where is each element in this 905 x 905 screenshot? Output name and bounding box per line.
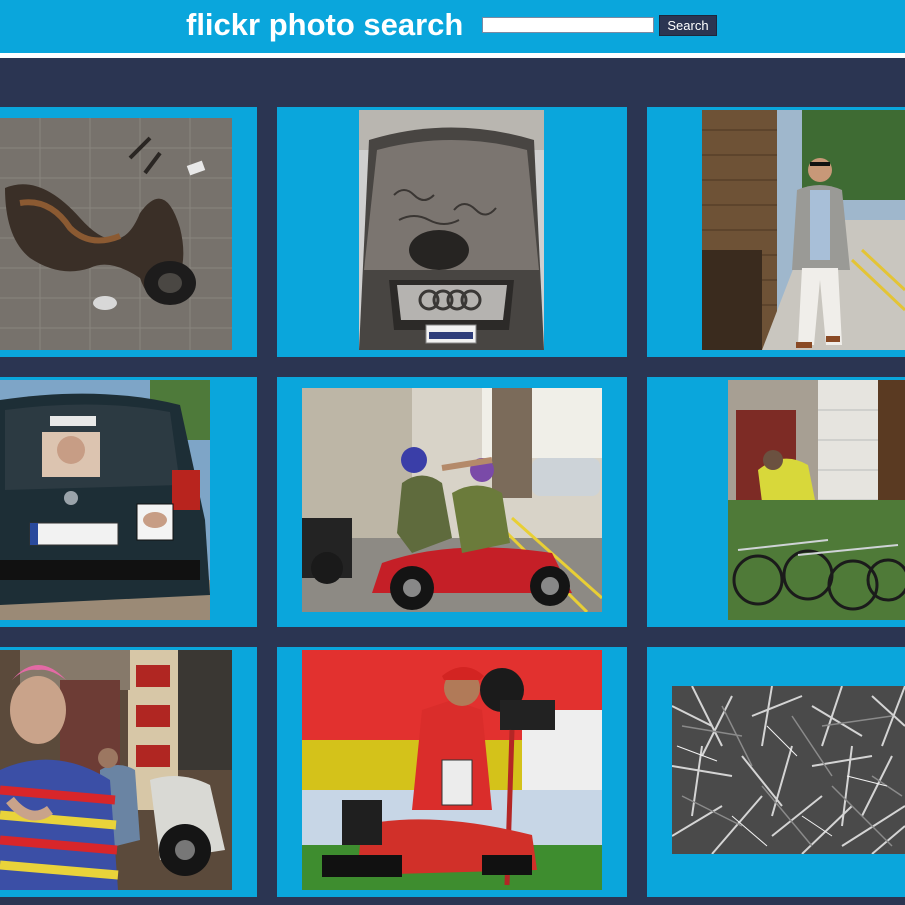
result-tile-7[interactable] (0, 647, 257, 897)
result-tile-6[interactable] (647, 377, 905, 627)
header-divider (0, 53, 905, 58)
result-photo-5[interactable] (302, 388, 602, 612)
result-tile-8[interactable] (277, 647, 627, 897)
result-photo-1[interactable] (0, 118, 232, 350)
result-photo-4[interactable] (0, 380, 210, 620)
result-photo-6[interactable] (728, 380, 905, 620)
result-tile-4[interactable] (0, 377, 257, 627)
search-input[interactable] (482, 17, 654, 33)
result-photo-3[interactable] (702, 110, 905, 350)
result-tile-1[interactable] (0, 107, 257, 357)
app-title: flickr photo search (186, 7, 464, 42)
result-photo-7[interactable] (0, 650, 232, 890)
result-tile-9[interactable] (647, 647, 905, 897)
result-tile-5[interactable] (277, 377, 627, 627)
search-button[interactable]: Search (659, 15, 717, 36)
result-photo-8[interactable] (302, 650, 602, 890)
result-tile-3[interactable] (647, 107, 905, 357)
result-tile-2[interactable] (277, 107, 627, 357)
result-photo-2[interactable] (359, 110, 544, 350)
result-photo-9[interactable] (672, 686, 905, 854)
